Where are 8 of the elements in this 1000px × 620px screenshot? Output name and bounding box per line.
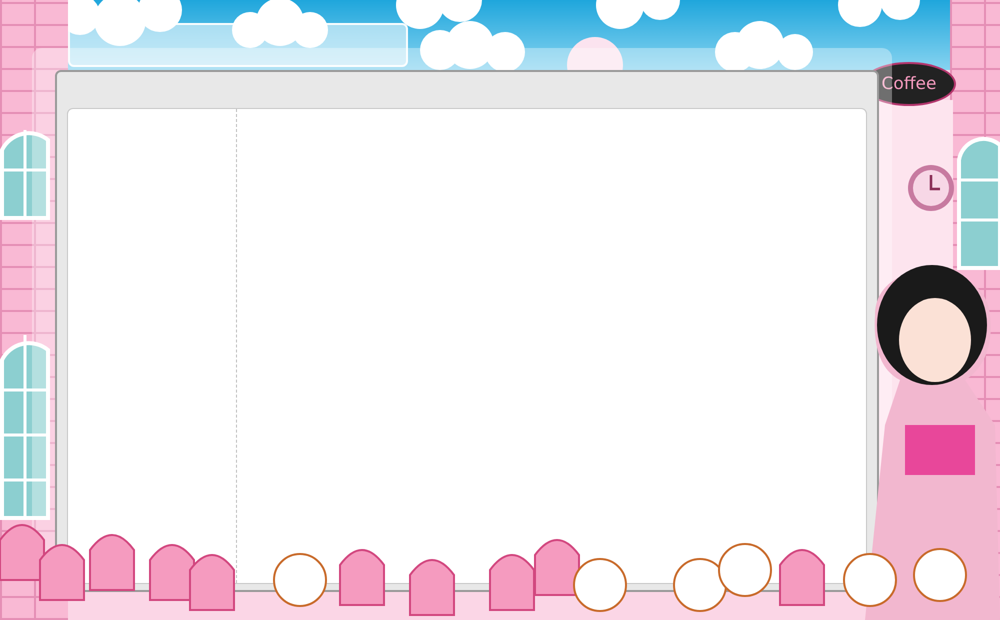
tulip-drawing [189, 554, 235, 611]
tulip-drawing [89, 534, 135, 591]
tulip-drawing [409, 559, 455, 616]
tulip-drawing [489, 554, 535, 611]
clock-icon [906, 163, 956, 213]
tulip-drawing [779, 549, 825, 606]
tulip-drawing [39, 544, 85, 601]
tulip-drawing [339, 549, 385, 606]
